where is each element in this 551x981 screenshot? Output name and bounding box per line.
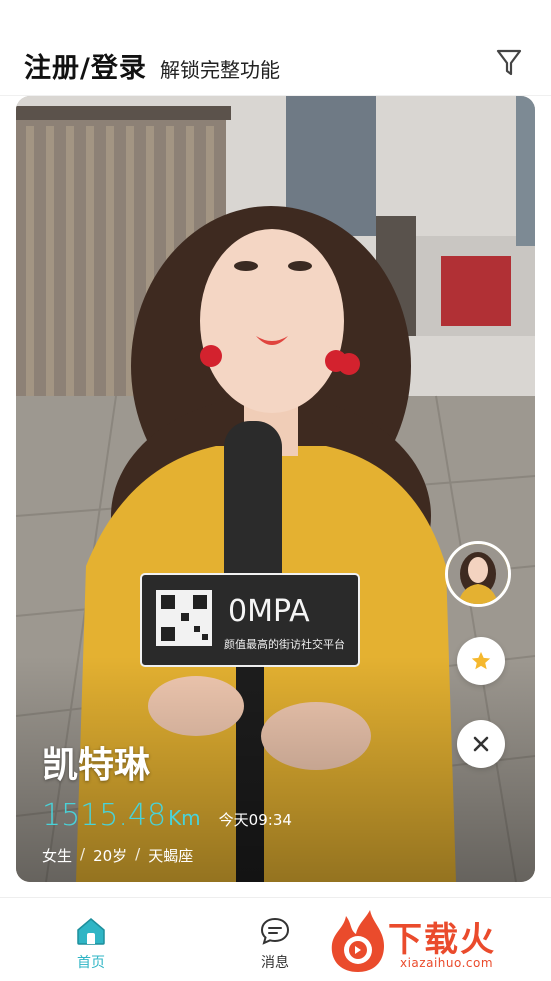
filter-button[interactable] [492, 46, 526, 80]
top-header: 注册/登录 解锁完整功能 [0, 0, 551, 96]
profile-name: 凯特琳 [42, 745, 151, 786]
star-icon [471, 651, 491, 670]
watermark-logo: 下载火 xiazaihuo.com [326, 908, 548, 978]
register-login-link[interactable]: 注册/登录 [24, 46, 147, 85]
flame-logo-icon [331, 910, 384, 972]
meta-separator: / [80, 845, 86, 863]
app-screen: 注册/登录 解锁完整功能 0MPA 颜值最高的街访社交平台 凯特琳 1515.4… [0, 0, 551, 981]
sign-brand: 0MPA [228, 594, 310, 629]
tab-home[interactable]: 首页 [51, 916, 131, 972]
profile-info: 凯特琳 1515.48 Km 今天09:34 女生 / 20岁 / 天蝎座 [42, 736, 292, 866]
profile-card[interactable]: 0MPA 颜值最高的街访社交平台 凯特琳 1515.48 Km 今天09:34 [16, 96, 535, 882]
watermark-brand: 下载火 [388, 920, 496, 960]
sign-slogan: 颜值最高的街访社交平台 [224, 637, 345, 651]
close-icon [473, 736, 489, 752]
distance-value: 1515.48 [42, 798, 167, 833]
distance-unit: Km [168, 806, 201, 830]
unlock-features-text: 解锁完整功能 [160, 58, 280, 82]
last-active-time: 今天09:34 [218, 811, 292, 829]
filter-icon [496, 49, 522, 76]
zodiac-text: 天蝎座 [148, 847, 194, 865]
home-icon [77, 918, 105, 945]
chat-bubble-icon [260, 917, 290, 945]
gender-text: 女生 [42, 847, 73, 865]
distance-row: 1515.48 Km 今天09:34 [42, 798, 292, 833]
watermark-url: xiazaihuo.com [400, 956, 494, 970]
age-text: 20岁 [93, 847, 128, 865]
avatar-thumbnail [448, 544, 508, 604]
favorite-button[interactable] [457, 637, 505, 685]
profile-meta: 女生 / 20岁 / 天蝎座 [42, 845, 292, 866]
dismiss-button[interactable] [457, 720, 505, 768]
tab-home-label: 首页 [77, 955, 105, 971]
side-avatar[interactable] [445, 541, 511, 607]
tab-messages[interactable]: 消息 [235, 916, 315, 972]
tab-messages-label: 消息 [261, 955, 289, 971]
meta-separator: / [135, 845, 141, 863]
